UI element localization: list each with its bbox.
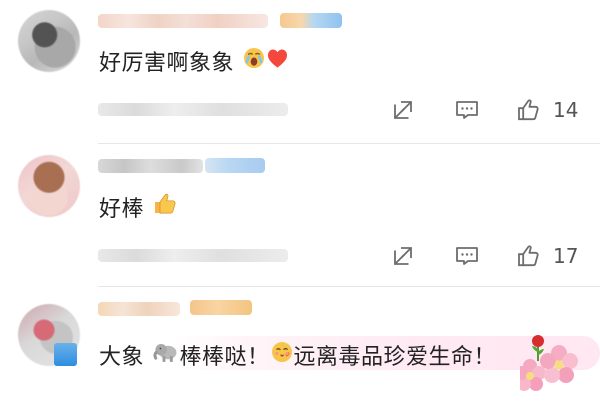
crying-face-emoji	[242, 46, 266, 78]
thumbs-up-icon	[518, 245, 539, 267]
share-button[interactable]	[388, 95, 418, 125]
username[interactable]	[98, 159, 203, 173]
share-icon	[394, 101, 412, 119]
comment-meta	[98, 249, 288, 262]
like-count[interactable]: 17	[553, 244, 578, 268]
comment-text-part2: 棒棒哒！	[179, 345, 270, 370]
heart-emoji	[266, 47, 289, 77]
comment-button[interactable]	[452, 95, 482, 125]
cherry-blossom-emoji	[514, 341, 590, 397]
comment-item: 好厉害啊象象 14	[0, 0, 600, 145]
user-badge	[280, 13, 342, 28]
username[interactable]	[98, 14, 268, 28]
comment-icon	[456, 247, 478, 265]
username[interactable]	[98, 302, 180, 316]
comment-text: 大象 棒棒哒！ 远离毒品珍爱生命！	[99, 342, 496, 374]
comment-item: 好棒 17	[0, 145, 600, 287]
like-button[interactable]	[514, 241, 544, 271]
comment-feed: 好厉害啊象象 14 好棒 17 大象 棒棒哒！ 远离毒品珍爱生命！	[0, 0, 600, 403]
comment-item: 大象 棒棒哒！ 远离毒品珍爱生命！	[0, 287, 600, 403]
thumbs-up-emoji	[152, 191, 178, 225]
divider	[98, 143, 600, 144]
comment-text-content: 好厉害啊象象	[99, 51, 235, 76]
share-button[interactable]	[388, 241, 418, 271]
thumbs-up-icon	[518, 99, 539, 121]
comment-icon	[456, 101, 478, 119]
avatar[interactable]	[18, 155, 80, 217]
comment-text: 好厉害啊象象	[99, 48, 289, 80]
comment-text: 好棒	[99, 193, 178, 227]
comment-text-part3: 远离毒品珍爱生命！	[293, 345, 497, 370]
avatar[interactable]	[18, 10, 80, 72]
comment-meta	[98, 103, 288, 116]
share-icon	[394, 247, 412, 265]
like-button[interactable]	[514, 95, 544, 125]
user-badge	[205, 158, 265, 173]
like-count[interactable]: 14	[553, 98, 578, 122]
avatar-badge	[54, 343, 77, 366]
user-badge	[190, 300, 252, 315]
elephant-emoji	[152, 340, 180, 372]
comment-text-content: 好棒	[99, 197, 145, 222]
comment-button[interactable]	[452, 241, 482, 271]
kissing-face-emoji	[270, 340, 294, 372]
comment-text-part1: 大象	[99, 345, 145, 370]
